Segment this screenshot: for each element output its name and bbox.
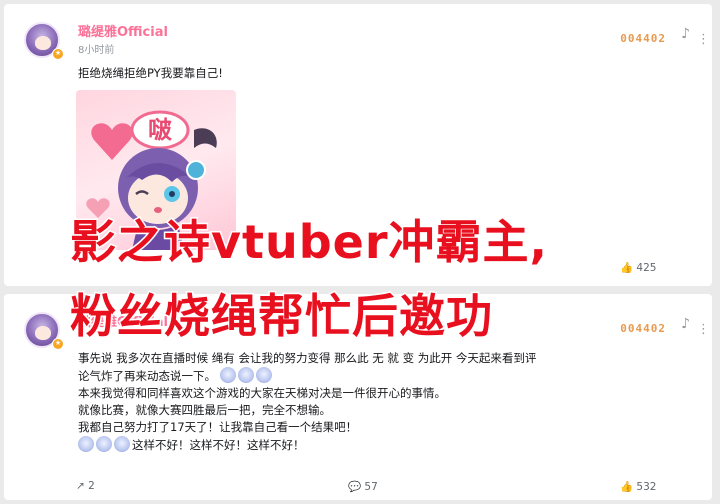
fan-number-badge: 004402	[620, 322, 666, 335]
verified-badge-icon: ★	[52, 48, 64, 60]
thumbs-up-icon: 👍	[620, 481, 634, 493]
comment-icon: 💬	[348, 481, 362, 493]
like-button[interactable]: 👍 532	[620, 480, 656, 493]
post-text: 拒绝烧绳拒绝PY我要靠自己!	[78, 66, 223, 80]
caption-line-2: 粉丝烧绳帮忙后邀功	[69, 289, 494, 344]
post-line: 就像比赛，就像大赛四胜最后一把，完全不想输。	[78, 403, 331, 417]
username[interactable]: 璐缇雅Official	[78, 21, 168, 40]
more-icon[interactable]: ⋮	[697, 32, 710, 47]
emote-icon	[219, 367, 236, 383]
post-line: 论气炸了再来动态说一下。	[78, 367, 698, 385]
verified-badge-icon: ★	[52, 338, 64, 350]
like-count: 425	[636, 262, 657, 274]
bubble-text: 啵	[148, 116, 172, 144]
caption-line-1: 影之诗vtuber冲霸主,	[68, 215, 549, 270]
comment-button[interactable]: 💬 57	[348, 480, 378, 493]
emote-icon	[114, 436, 130, 452]
emote-icon	[96, 436, 112, 452]
fan-mascot-icon: ♪	[681, 26, 690, 42]
post-line: 这样不好！这样不好！这样不好！	[78, 436, 698, 454]
post-text: 事先说 我多次在直播时候 绳有 会让我的努力变得 那么此 无 就 变 为此开 今…	[78, 350, 698, 454]
like-button[interactable]: 👍 425	[620, 261, 656, 274]
post-line: 本来我觉得和同样喜欢这个游戏的大家在天梯对决是一件很开心的事情。	[78, 386, 446, 400]
post-time: 8小时前	[78, 45, 115, 56]
emote-icon	[237, 367, 254, 383]
share-button[interactable]: ↗ 2	[76, 480, 95, 492]
post-line: 我都自己努力打了17天了！让我靠自己看一个结果吧！	[78, 420, 358, 434]
like-count: 532	[636, 481, 657, 493]
fan-mascot-icon: ♪	[681, 316, 690, 332]
avatar[interactable]: ★	[24, 312, 64, 350]
post-line: 事先说 我多次在直播时候 绳有 会让我的努力变得 那么此 无 就 变 为此开 今…	[78, 351, 537, 365]
share-icon: ↗	[76, 480, 85, 492]
dynamic-feed: ★ 璐缇雅Official 8小时前 004402 ♪ ⋮ 拒绝烧绳拒绝PY我要…	[0, 0, 720, 504]
thumbs-up-icon: 👍	[620, 262, 634, 274]
emote-icon	[255, 367, 272, 383]
fan-number-badge: 004402	[620, 32, 666, 45]
share-count: 2	[88, 480, 95, 492]
comment-count: 57	[364, 481, 378, 493]
more-icon[interactable]: ⋮	[697, 322, 710, 337]
avatar[interactable]: ★	[24, 22, 64, 60]
emote-icon	[78, 436, 94, 452]
